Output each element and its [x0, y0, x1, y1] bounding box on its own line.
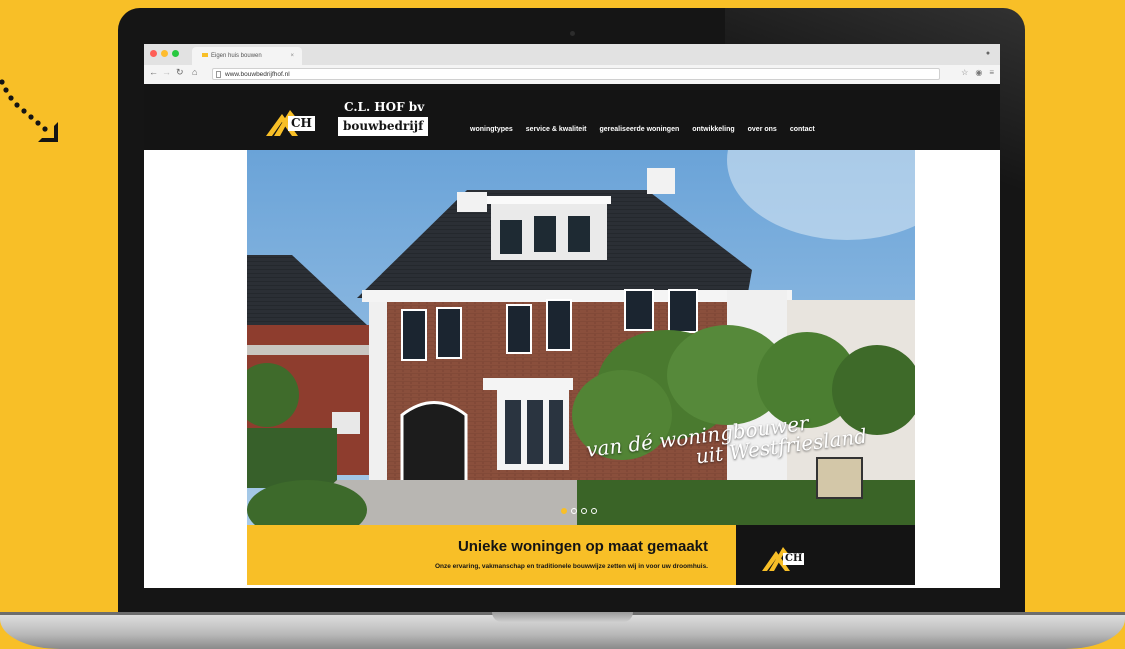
- reload-icon[interactable]: ↻: [176, 67, 184, 78]
- cta-logo-text: CH: [783, 553, 805, 565]
- nav-service-kwaliteit[interactable]: service & kwaliteit: [526, 126, 587, 133]
- page-icon: [216, 71, 221, 78]
- extension-icon[interactable]: ◉: [975, 68, 982, 77]
- nav-contact[interactable]: contact: [790, 126, 815, 133]
- nav-ontwikkeling[interactable]: ontwikkeling: [692, 126, 734, 133]
- site-logo[interactable]: CH C.L. HOF bv bouwbedrijf: [266, 100, 442, 140]
- window-controls: [150, 50, 179, 57]
- main-nav: woningtypes service & kwaliteit gerealis…: [470, 126, 828, 133]
- home-icon[interactable]: ⌂: [192, 67, 197, 77]
- laptop-notch: [492, 612, 633, 622]
- browser-toolbar: ← → ↻ ⌂ www.bouwbedrijfhof.nl ☆ ◉ ≡: [144, 65, 1000, 85]
- dotted-arrow-icon: [0, 79, 58, 142]
- company-name: C.L. HOF bv: [344, 100, 425, 114]
- site-header: CH C.L. HOF bv bouwbedrijf woningtypes s…: [144, 84, 1000, 150]
- logo-mark-text: CH: [288, 116, 315, 131]
- cta-subtitle: Onze ervaring, vakmanschap en traditione…: [434, 563, 708, 570]
- url-text: www.bouwbedrijfhof.nl: [225, 71, 290, 78]
- hero-slider[interactable]: van dé woningbouwer uit Westfriesland: [247, 150, 915, 525]
- slider-dot-4[interactable]: [591, 508, 597, 514]
- cta-title: Unieke woningen op maat gemaakt: [457, 538, 708, 555]
- favicon-icon: [202, 53, 208, 58]
- minimize-window-button[interactable]: [161, 50, 168, 57]
- tab-title: Eigen huis bouwen: [211, 53, 262, 59]
- maximize-window-button[interactable]: [172, 50, 179, 57]
- slider-dot-1[interactable]: [561, 508, 567, 514]
- company-sub: bouwbedrijf: [338, 117, 429, 136]
- slider-dots: [561, 508, 597, 514]
- menu-icon[interactable]: ≡: [989, 68, 994, 77]
- cta-banner: Unieke woningen op maat gemaakt Onze erv…: [247, 525, 736, 585]
- slider-dot-3[interactable]: [581, 508, 587, 514]
- laptop-screen: Eigen huis bouwen × ● ← → ↻ ⌂ www.bouwbe…: [144, 44, 1000, 588]
- hero-house-photo: [247, 150, 915, 525]
- cta-logo-block: CH: [736, 525, 915, 585]
- address-bar[interactable]: www.bouwbedrijfhof.nl: [212, 68, 940, 80]
- forward-arrow-icon[interactable]: →: [162, 67, 171, 77]
- nav-gerealiseerde-woningen[interactable]: gerealiseerde woningen: [599, 126, 679, 133]
- browser-tab-bar: Eigen huis bouwen × ●: [144, 44, 1000, 65]
- browser-tab[interactable]: Eigen huis bouwen ×: [192, 47, 302, 65]
- webcam: [570, 31, 575, 36]
- nav-woningtypes[interactable]: woningtypes: [470, 126, 513, 133]
- bookmark-star-icon[interactable]: ☆: [961, 68, 968, 77]
- nav-over-ons[interactable]: over ons: [748, 126, 777, 133]
- toolbar-right: ☆ ◉ ≡: [961, 68, 994, 77]
- user-icon[interactable]: ●: [982, 48, 994, 60]
- slider-dot-2[interactable]: [571, 508, 577, 514]
- back-arrow-icon[interactable]: ←: [149, 67, 158, 77]
- close-window-button[interactable]: [150, 50, 157, 57]
- close-tab-icon[interactable]: ×: [290, 47, 294, 65]
